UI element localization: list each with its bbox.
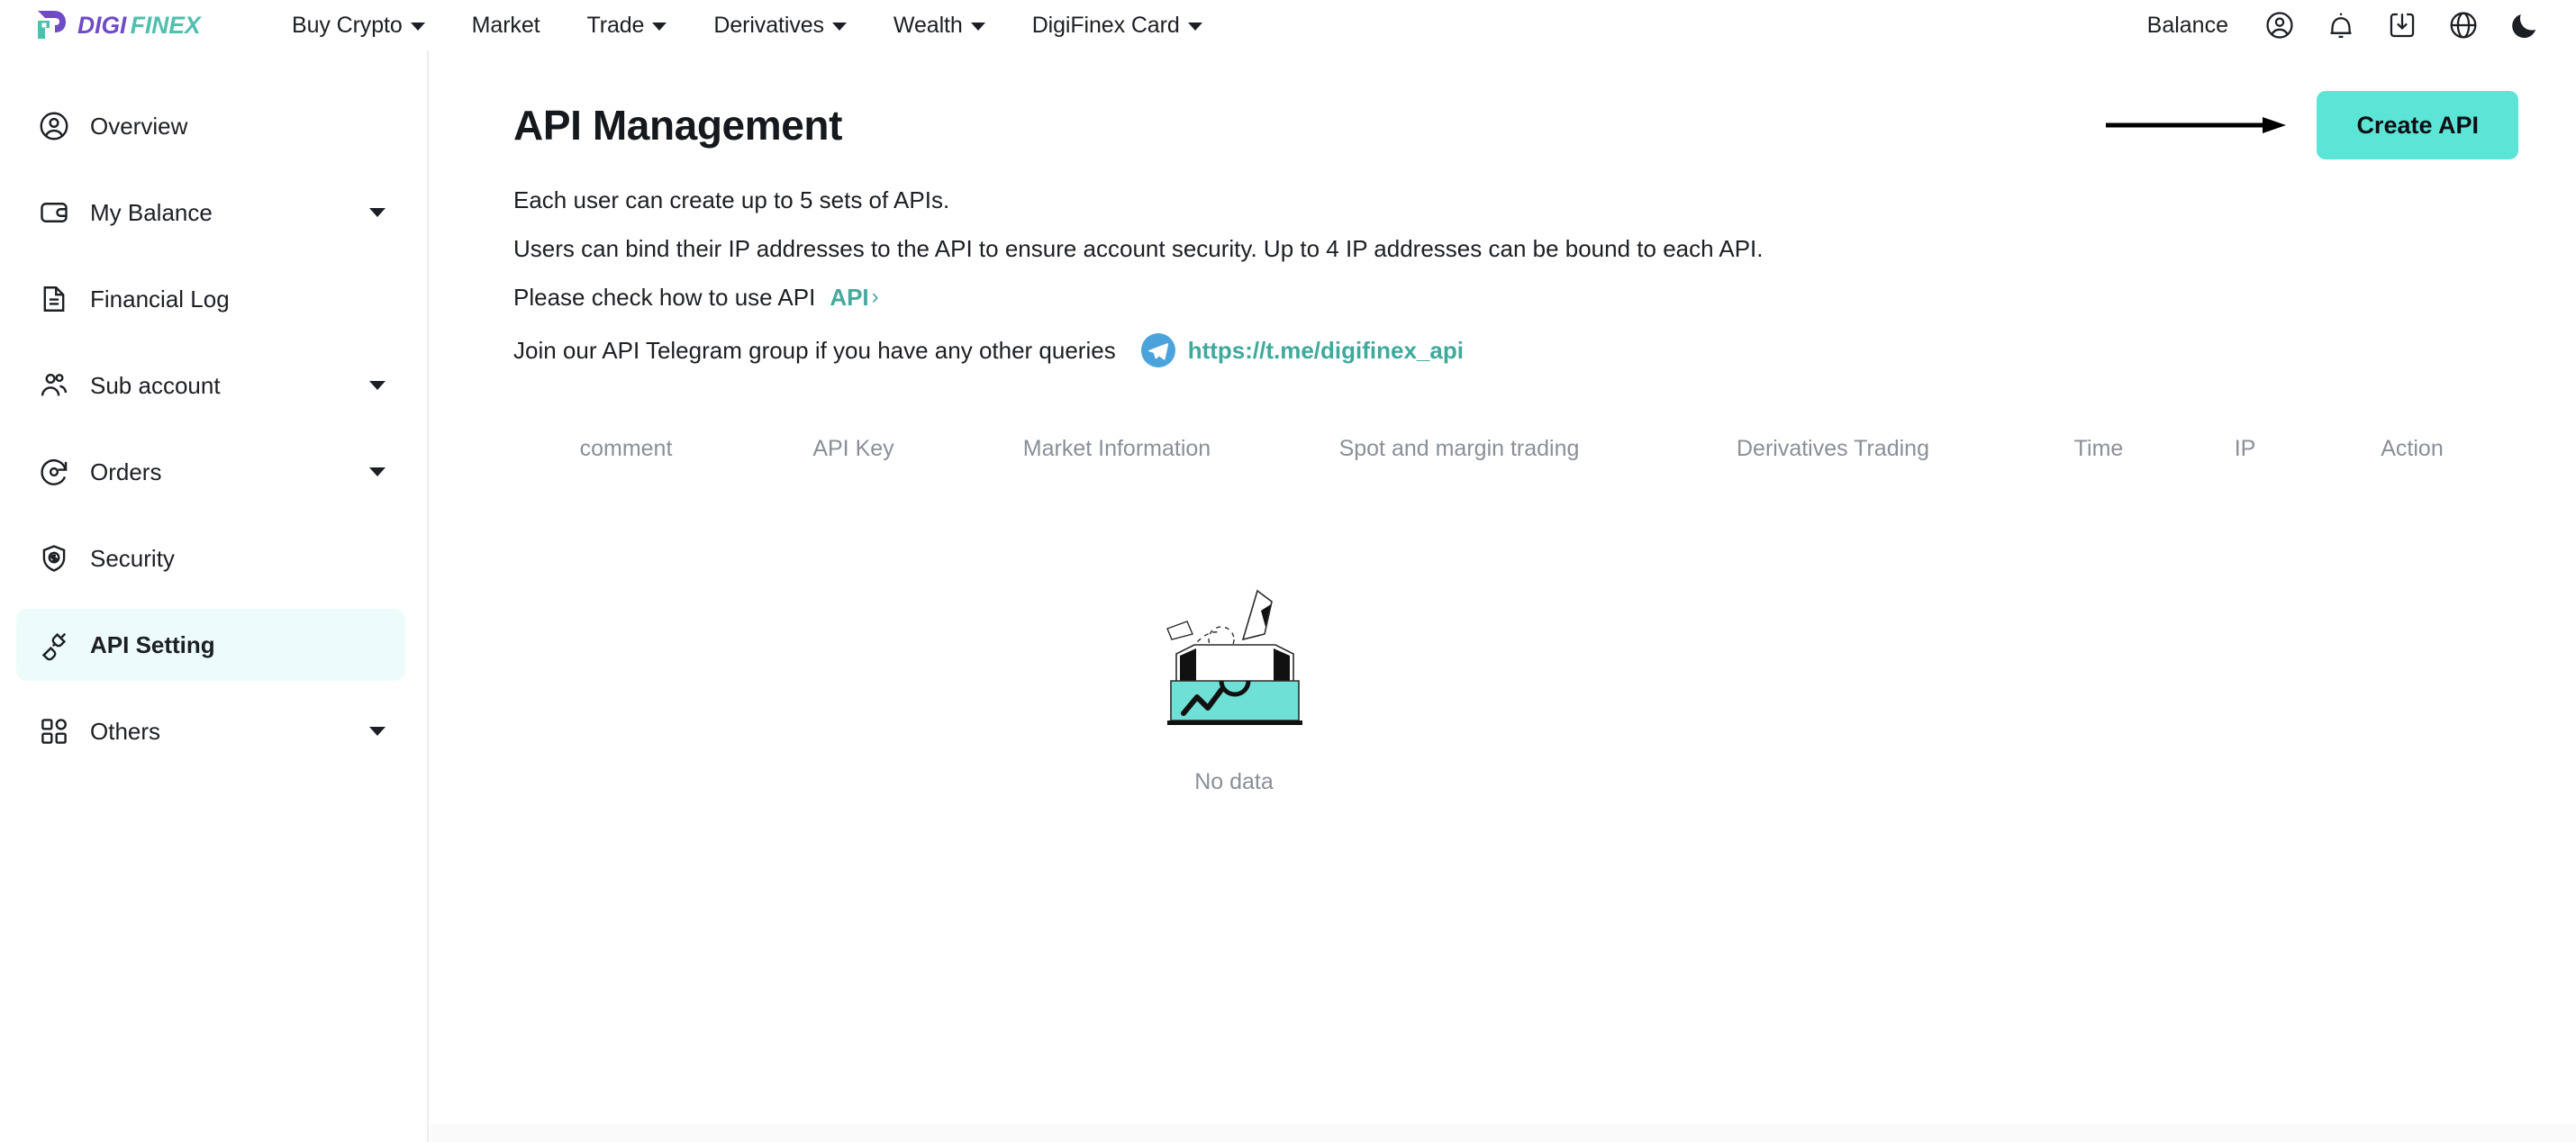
sidebar-item-label: Financial Log [90,285,230,313]
sidebar-item-label: Orders [90,458,162,485]
plug-icon [41,632,67,661]
nav-label: Trade [586,12,645,38]
bell-icon[interactable] [2326,10,2356,41]
description-text: Each user can create up to 5 sets of API… [513,186,950,213]
nav-item-trade[interactable]: Trade [563,13,690,39]
svg-text:DIGI: DIGI [77,12,127,39]
balance-link[interactable]: Balance [2147,13,2228,39]
column-header-spot-and-margin-trading: Spot and margin trading [1338,435,1580,461]
telegram-icon[interactable] [1140,333,1175,368]
main-content: API Management Create API Each user can … [431,50,2576,1142]
chevron-down-icon [652,22,667,31]
chevron-down-icon [410,22,425,31]
chevron-right-icon: › [871,285,879,310]
download-icon[interactable] [2387,10,2417,41]
top-navigation-bar: DIGI FINEX Buy Crypto Market Trade Deriv… [0,0,2576,50]
page-header-actions: Create API [2104,91,2518,159]
sidebar-item-orders[interactable]: Orders [16,436,405,508]
sidebar: Overview My Balance Financial Log Sub ac… [0,50,429,1142]
nav-item-derivatives[interactable]: Derivatives [690,13,870,39]
nav-label: Wealth [893,12,963,38]
sidebar-item-api-setting[interactable]: API Setting [16,609,405,681]
nav-item-market[interactable]: Market [449,13,564,39]
annotation-arrow-icon [2106,117,2287,133]
column-header-time: Time [2073,435,2124,461]
column-header-market-information: Market Information [1022,435,1211,461]
description-text: Users can bind their IP addresses to the… [513,235,1764,263]
nav-label: Market [471,12,540,38]
sidebar-item-sub-account[interactable]: Sub account [16,349,405,421]
main-menu: Buy Crypto Market Trade Derivatives Weal… [268,13,1226,39]
digifinex-wordmark: DIGI FINEX [77,12,202,39]
empty-state-label: No data [1194,769,1274,795]
chevron-down-icon [369,208,385,217]
chevron-down-icon [831,22,847,31]
column-header-action: Action [2381,435,2444,461]
moon-icon[interactable] [2509,10,2540,41]
column-header-ip: IP [2234,435,2256,461]
sidebar-item-label: Sub account [90,371,221,399]
column-header-derivatives-trading: Derivatives Trading [1737,435,1929,461]
telegram-group-link[interactable]: https://t.me/digifinex_api [1188,338,1464,363]
nav-label: Buy Crypto [292,12,403,38]
nav-item-wealth[interactable]: Wealth [870,13,1009,39]
sidebar-item-others[interactable]: Others [16,695,405,767]
page-title: API Management [513,102,843,149]
sidebar-item-security[interactable]: Security [16,522,405,594]
chevron-down-icon [970,22,985,31]
column-header-api-key: API Key [812,435,894,461]
empty-box-icon [1166,589,1302,726]
nav-item-buy-crypto[interactable]: Buy Crypto [268,13,449,39]
chevron-down-icon [369,727,385,736]
document-icon [43,286,65,312]
sidebar-item-label: Overview [90,112,188,140]
description-line-2: Users can bind their IP addresses to the… [513,236,2518,261]
api-doc-link-label: API [830,284,869,312]
sidebar-item-label: Others [90,717,161,745]
nav-right-actions: Balance [2147,10,2540,41]
description-text: Please check how to use API [513,284,816,312]
description-block: Each user can create up to 5 sets of API… [513,187,2518,368]
page-bottom-area [431,1124,2576,1142]
shield-dollar-icon [42,545,66,572]
api-doc-link[interactable]: API › [830,285,878,310]
sidebar-item-label: API Setting [90,630,215,658]
description-line-4: Join our API Telegram group if you have … [513,333,2518,368]
digifinex-logo-icon [38,11,66,39]
svg-text:FINEX: FINEX [131,12,202,39]
nav-label: DigiFinex Card [1031,12,1180,38]
description-line-1: Each user can create up to 5 sets of API… [513,187,2518,213]
brand-logo[interactable]: DIGI FINEX [34,8,254,42]
sidebar-item-overview[interactable]: Overview [16,90,405,162]
description-line-3: Please check how to use API API › [513,285,2518,310]
page-header: API Management Create API [513,90,2518,160]
create-api-button[interactable]: Create API [2317,91,2518,159]
user-circle-icon[interactable] [2264,10,2295,41]
column-header-comment: comment [579,435,673,461]
api-keys-table: comment API Key Market Information Spot … [513,421,2518,795]
user-circle-icon [40,112,68,140]
chevron-down-icon [1187,22,1202,31]
orders-icon [41,459,68,485]
description-text: Join our API Telegram group if you have … [513,337,1116,365]
nav-label: Derivatives [713,12,824,38]
sidebar-item-label: Security [90,544,175,572]
users-icon [41,373,68,396]
sidebar-item-my-balance[interactable]: My Balance [16,177,405,249]
chevron-down-icon [369,467,385,476]
table-header-row: comment API Key Market Information Spot … [513,421,2518,476]
empty-state: No data [513,575,1955,795]
globe-icon[interactable] [2448,10,2479,41]
sidebar-item-financial-log[interactable]: Financial Log [16,263,405,335]
sidebar-item-label: My Balance [90,198,213,226]
chevron-down-icon [369,381,385,390]
wallet-icon [41,203,68,222]
grid-icon [41,719,67,744]
nav-item-digifinex-card[interactable]: DigiFinex Card [1009,13,1226,39]
